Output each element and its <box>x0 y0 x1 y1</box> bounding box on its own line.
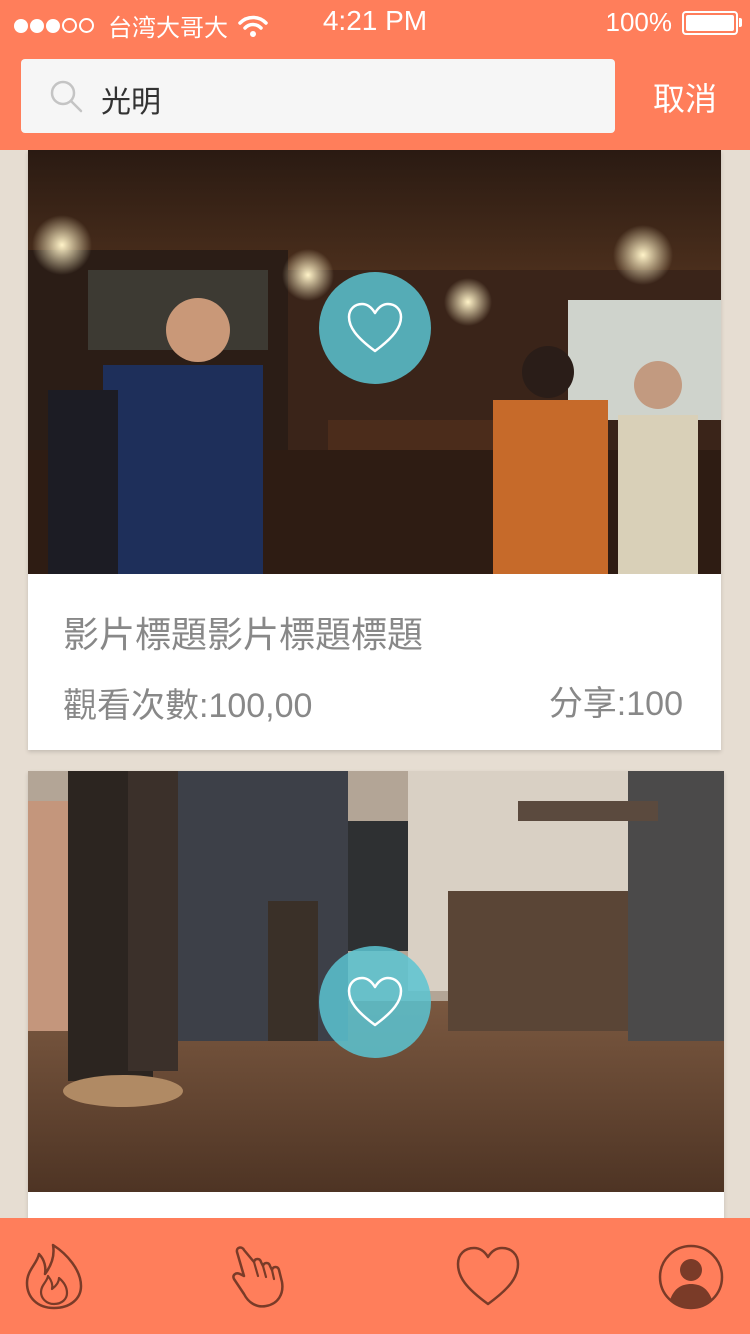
heart-icon <box>347 976 403 1027</box>
tab-profile[interactable] <box>656 1242 726 1312</box>
header: 台湾大哥大 4:21 PM 100% 光明 取消 <box>0 0 750 150</box>
cancel-button[interactable]: 取消 <box>636 74 734 120</box>
view-count: 觀看次數:100,00 <box>63 687 313 725</box>
like-button[interactable] <box>319 946 431 1058</box>
battery-indicator: 100% <box>605 7 742 38</box>
video-title: 影片標題影片標題標題 <box>63 614 424 655</box>
search-icon <box>50 80 83 113</box>
like-button[interactable] <box>319 272 431 384</box>
search-input[interactable]: 光明 <box>21 59 615 133</box>
battery-percent: 100% <box>605 7 673 37</box>
tab-hot[interactable] <box>19 1242 89 1312</box>
hand-pointer-icon <box>232 1246 284 1308</box>
status-bar: 台湾大哥大 4:21 PM 100% <box>0 0 750 44</box>
video-card[interactable] <box>28 771 724 1218</box>
heart-icon <box>347 302 403 353</box>
search-query[interactable]: 光明 <box>101 77 161 121</box>
heart-icon <box>456 1246 520 1306</box>
share-count: 分享:100 <box>548 685 683 723</box>
tab-touch[interactable] <box>226 1242 296 1312</box>
profile-icon <box>658 1244 724 1310</box>
tab-favorites[interactable] <box>453 1242 523 1312</box>
battery-icon <box>682 10 742 35</box>
video-feed[interactable]: 影片標題影片標題標題 觀看次數:100,00 分享:100 <box>0 150 750 1218</box>
fire-icon <box>25 1243 83 1310</box>
video-card[interactable]: 影片標題影片標題標題 觀看次數:100,00 分享:100 <box>28 150 721 750</box>
tab-bar <box>0 1218 750 1334</box>
